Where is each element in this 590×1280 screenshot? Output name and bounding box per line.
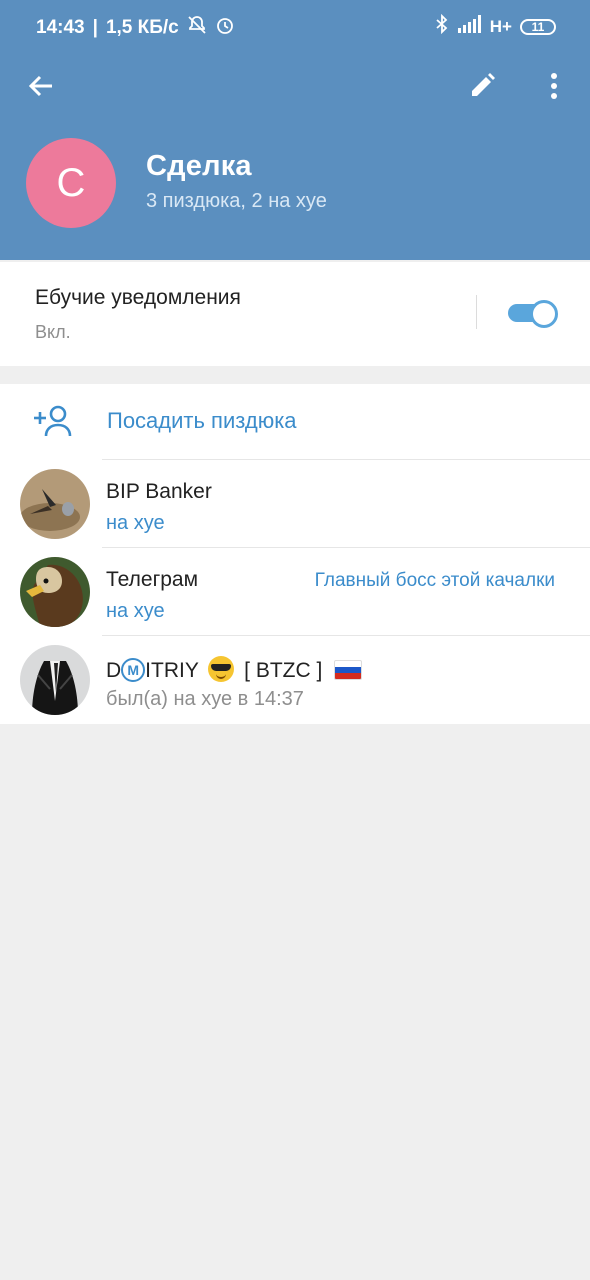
arrow-back-icon	[28, 75, 52, 97]
member-avatar	[20, 557, 90, 627]
signal-icon	[457, 15, 482, 38]
edit-button[interactable]	[458, 62, 506, 110]
member-avatar	[20, 469, 90, 539]
add-member-label: Посадить пиздюка	[107, 408, 297, 433]
member-row-telegram[interactable]: Телеграм на хуе Главный босс этой качалк…	[0, 548, 590, 636]
mute-bell-icon	[187, 15, 207, 41]
network-type: H+	[489, 16, 512, 36]
russia-flag-icon	[334, 660, 363, 680]
group-title: Сделка	[146, 150, 252, 182]
add-user-icon	[34, 405, 72, 437]
member-status: на хуе	[106, 600, 165, 622]
member-name: D M ITRIY [ BTZC ]	[106, 656, 363, 683]
sunglasses-emoji-icon	[208, 656, 235, 682]
status-separator: |	[92, 17, 98, 38]
back-button[interactable]	[17, 62, 65, 110]
chat-header: С Сделка 3 пиздюка, 2 на хуе	[0, 44, 590, 260]
toggle-knob	[530, 300, 558, 328]
member-name: BIP Banker	[106, 480, 212, 503]
group-avatar-letter: С	[56, 160, 86, 205]
status-time: 14:43	[36, 17, 85, 38]
notifications-toggle[interactable]	[508, 300, 558, 328]
member-row-dmitriy[interactable]: D M ITRIY [ BTZC ] был(а) на хуе в 14:37	[0, 636, 590, 724]
pencil-icon	[472, 73, 495, 96]
status-bar: 14:43 | 1,5 КБ/с H+ 11	[0, 0, 590, 44]
member-avatar	[20, 645, 90, 715]
member-name: Телеграм	[106, 568, 199, 591]
group-avatar[interactable]: С	[26, 138, 116, 228]
member-status: был(а) на хуе в 14:37	[106, 688, 304, 710]
status-speed: 1,5 КБ/с	[105, 17, 179, 38]
member-row-bip-banker[interactable]: BIP Banker на хуе	[0, 460, 590, 548]
more-vertical-icon	[551, 73, 557, 99]
notifications-row[interactable]: Ебучие уведомления Вкл.	[0, 262, 590, 366]
battery-level: 11	[531, 19, 545, 34]
member-role-badge: Главный босс этой качалки	[314, 570, 555, 591]
alarm-icon	[215, 15, 235, 41]
notifications-title: Ебучие уведомления	[35, 286, 241, 309]
members-section: Посадить пиздюка BIP Banker на хуе Телег…	[0, 384, 590, 724]
group-subtitle: 3 пиздюка, 2 на хуе	[146, 190, 327, 212]
notifications-state: Вкл.	[35, 322, 71, 342]
circled-m-icon: M	[121, 658, 146, 682]
divider	[476, 295, 477, 329]
add-member-button[interactable]: Посадить пиздюка	[0, 384, 590, 460]
bluetooth-icon	[434, 13, 450, 39]
member-status: на хуе	[106, 512, 165, 534]
more-options-button[interactable]	[530, 62, 578, 110]
battery-icon: 11	[520, 18, 556, 35]
